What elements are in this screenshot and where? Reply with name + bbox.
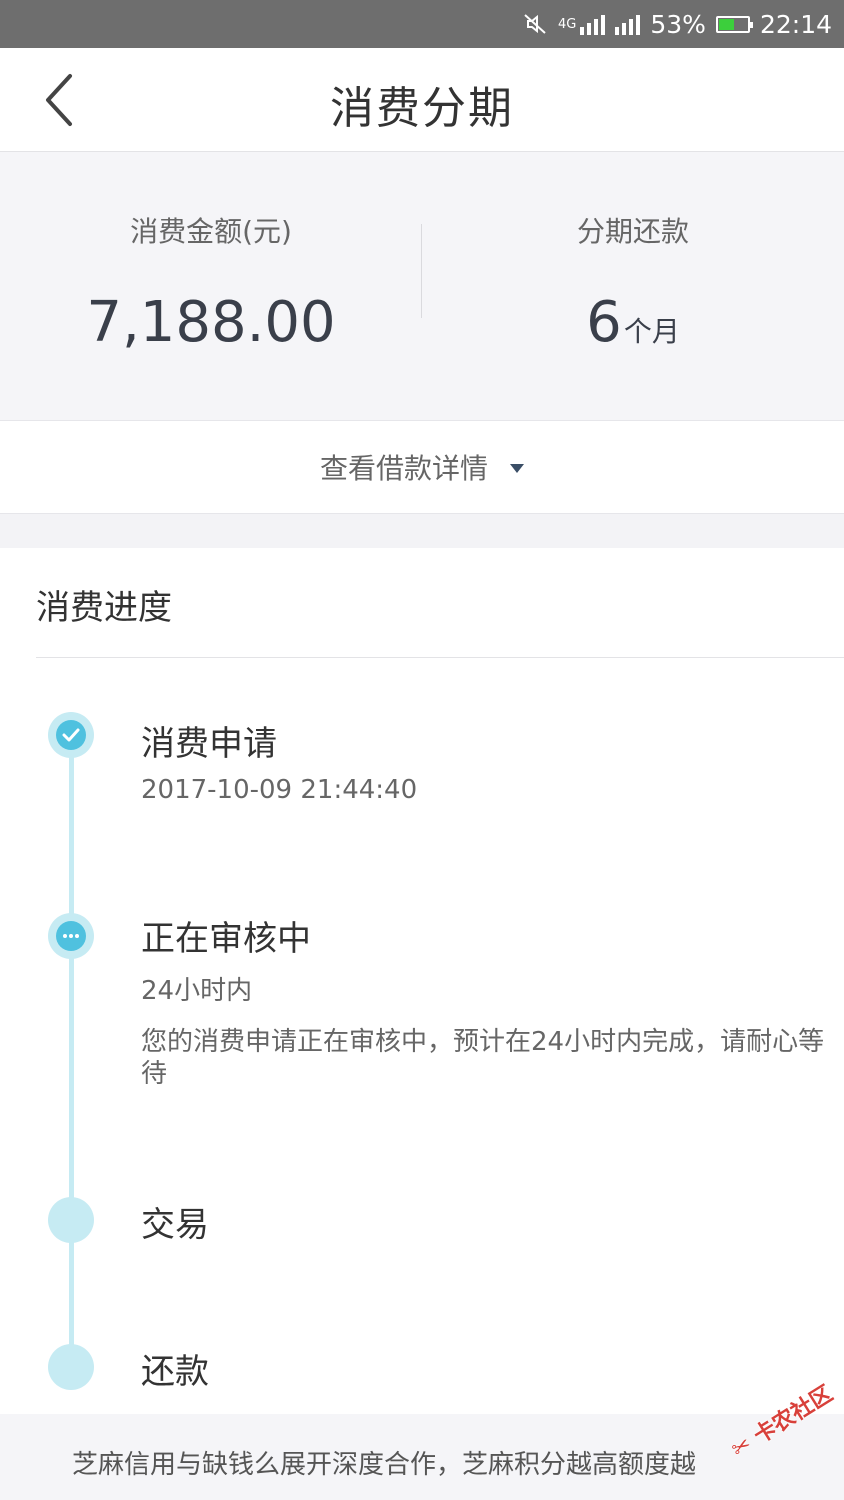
page-title: 消费分期 [330,83,514,134]
signal-icon [615,13,641,35]
check-icon [62,728,80,742]
step-title: 还款 [141,1352,209,1392]
caret-down-icon [510,463,524,473]
loan-details-toggle[interactable]: 查看借款详情 [0,420,844,514]
battery-icon [715,15,753,33]
summary-panel: 消费金额(元) 7,188.00 分期还款 6个月 [0,152,844,420]
ellipsis-icon [63,934,79,938]
section-title: 消费进度 [36,588,172,628]
nav-bar: 消费分期 [0,48,844,152]
mute-icon [524,14,546,34]
installment-value: 6 [586,290,622,355]
step-title: 交易 [141,1205,209,1245]
loan-details-label: 查看借款详情 [319,452,488,485]
step-title: 消费申请 [141,724,277,764]
footer-banner: 芝麻信用与缺钱么展开深度合作，芝麻积分越高额度越 [0,1414,844,1500]
step-node-done [48,712,94,758]
network-label: 4G [558,16,577,32]
installment-value-wrap: 6个月 [422,290,844,355]
step-subtitle: 24小时内 [141,976,253,1006]
progress-card: 消费进度 消费申请 2017-10-09 21:44:40 正在审核中 24小时… [0,548,844,1414]
step-node-pending [48,1344,94,1390]
step-node-current [48,913,94,959]
step-title: 正在审核中 [141,919,311,959]
installment-label: 分期还款 [576,215,689,248]
signal-4g-icon [580,13,606,35]
battery-level [718,18,734,30]
footer-text: 芝麻信用与缺钱么展开深度合作，芝麻积分越高额度越 [72,1450,697,1480]
installment-block: 分期还款 6个月 [422,152,844,420]
installment-unit: 个月 [623,315,680,348]
battery-percent: 53% [650,9,706,39]
divider [36,657,844,658]
amount-label: 消费金额(元) [130,215,292,248]
clock: 22:14 [759,9,832,39]
step-node-pending [48,1197,94,1243]
step-description: 您的消费申请正在审核中，预计在24小时内完成，请耐心等待 [141,1027,825,1089]
amount-value: 7,188.00 [86,290,336,355]
step-timestamp: 2017-10-09 21:44:40 [141,775,418,805]
amount-block: 消费金额(元) 7,188.00 [0,152,422,420]
status-bar: 4G 53% 22:14 [0,0,844,48]
timeline-line [69,738,74,1368]
